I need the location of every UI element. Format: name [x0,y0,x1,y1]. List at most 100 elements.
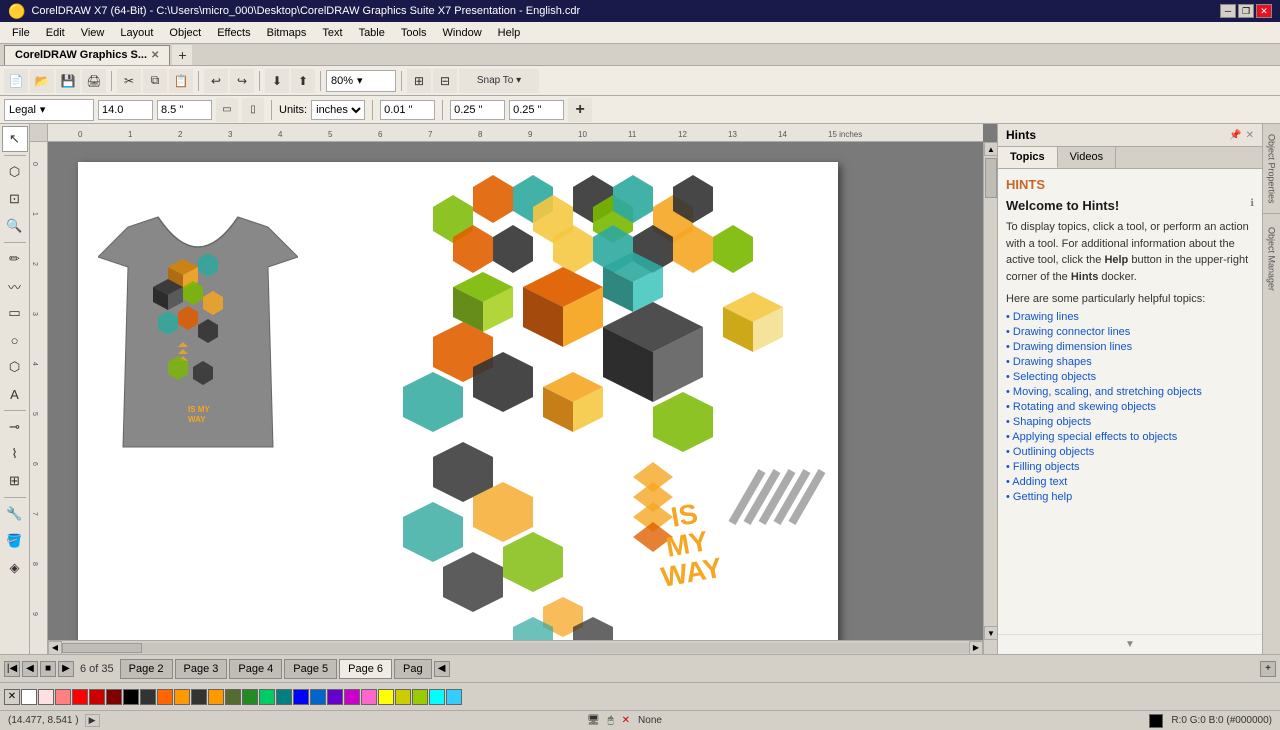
color-swatch-medblue[interactable] [310,689,326,705]
document-tab[interactable]: CorelDRAW Graphics S... ✕ [4,45,170,65]
color-swatch-darkred[interactable] [89,689,105,705]
link-drawing-lines[interactable]: • Drawing lines [1006,311,1254,323]
color-swatch-yellow[interactable] [378,689,394,705]
add-tab-button[interactable]: + [172,45,192,65]
rectangle-tool[interactable]: ▭ [2,300,28,326]
copy-button[interactable]: ⧉ [143,69,167,93]
menu-window[interactable]: Window [435,25,490,41]
tab-close-button[interactable]: ✕ [151,50,159,61]
link-outlining[interactable]: • Outlining objects [1006,446,1254,458]
tab-topics[interactable]: Topics [998,147,1058,168]
link-rotating-skewing[interactable]: • Rotating and skewing objects [1006,401,1254,413]
link-selecting-objects[interactable]: • Selecting objects [1006,371,1254,383]
page-height-input[interactable] [157,100,212,120]
polygon-tool[interactable]: ⬡ [2,354,28,380]
color-swatch-lightorange[interactable] [174,689,190,705]
tab-videos[interactable]: Videos [1058,147,1116,168]
interactive-fill-tool[interactable]: ◈ [2,555,28,581]
page-tab-5[interactable]: Page 5 [284,659,337,679]
link-drawing-shapes[interactable]: • Drawing shapes [1006,356,1254,368]
scrollbar-horizontal[interactable]: ◀ ▶ [48,640,983,654]
zoom-tool[interactable]: 🔍 [2,213,28,239]
link-filling[interactable]: • Filling objects [1006,461,1254,473]
freehand-tool[interactable]: ✏ [2,246,28,272]
page-tab-4[interactable]: Page 4 [229,659,282,679]
save-button[interactable]: 💾 [56,69,80,93]
page-tab-6[interactable]: Page 6 [339,659,392,679]
menu-layout[interactable]: Layout [112,25,161,41]
link-adding-text[interactable]: • Adding text [1006,476,1254,488]
scrollbar-vertical[interactable]: ▲ ▼ [983,142,997,654]
window-controls[interactable]: ─ ❐ ✕ [1220,4,1272,18]
scroll-thumb-h[interactable] [62,643,142,653]
menu-tools[interactable]: Tools [393,25,435,41]
fill-tool[interactable]: 🪣 [2,528,28,554]
link-connector-lines[interactable]: • Drawing connector lines [1006,326,1254,338]
add-page-button[interactable]: + [1260,661,1276,677]
color-swatch-darkyellow[interactable] [395,689,411,705]
page-tab-2[interactable]: Page 2 [120,659,173,679]
connector-tool[interactable]: ⌇ [2,441,28,467]
color-swatch-red[interactable] [72,689,88,705]
snap-to-button[interactable]: Snap To ▾ [459,69,539,93]
print-button[interactable]: 🖨 [82,69,106,93]
hints-info-icon[interactable]: ℹ [1250,198,1254,209]
position-y-input[interactable] [509,100,564,120]
menu-table[interactable]: Table [351,25,393,41]
menu-edit[interactable]: Edit [38,25,73,41]
color-swatch-lime[interactable] [412,689,428,705]
landscape-button[interactable]: ▯ [242,98,264,122]
color-swatch-black[interactable] [123,689,139,705]
color-swatch-white[interactable] [21,689,37,705]
next-page-button[interactable]: ▶ [58,661,74,677]
new-button[interactable]: 📄 [4,69,28,93]
link-special-effects[interactable]: • Applying special effects to objects [1006,431,1254,443]
color-swatch-green[interactable] [242,689,258,705]
ellipse-tool[interactable]: ○ [2,327,28,353]
paste-button[interactable]: 📋 [169,69,193,93]
color-swatch-purple[interactable] [327,689,343,705]
page-size-dropdown[interactable]: Legal ▾ [4,99,94,121]
menu-help[interactable]: Help [490,25,529,41]
snap-button[interactable]: ⊞ [407,69,431,93]
stop-button[interactable]: ■ [40,661,56,677]
cut-button[interactable]: ✂ [117,69,141,93]
nudge-input[interactable] [380,100,435,120]
prev-page-button[interactable]: ◀ [22,661,38,677]
link-shaping-objects[interactable]: • Shaping objects [1006,416,1254,428]
menu-view[interactable]: View [73,25,113,41]
page-canvas[interactable]: IS MY WAY Artwork by Jose Tzontlimatzi L… [78,162,838,654]
link-moving-scaling[interactable]: • Moving, scaling, and stretching object… [1006,386,1254,398]
color-swatch-dark2[interactable] [191,689,207,705]
color-swatch-mint[interactable] [259,689,275,705]
align-button[interactable]: ⊟ [433,69,457,93]
table-tool[interactable]: ⊞ [2,468,28,494]
color-swatch-cyan[interactable] [429,689,445,705]
page-tab-3[interactable]: Page 3 [175,659,228,679]
undo-button[interactable]: ↩ [204,69,228,93]
units-dropdown[interactable]: inches mm cm pixels [311,100,365,120]
color-swatch-hotpink[interactable] [361,689,377,705]
object-manager-tab[interactable]: Object Manager [1263,214,1280,304]
menu-text[interactable]: Text [314,25,350,41]
hints-close-button[interactable]: ✕ [1246,130,1254,141]
menu-file[interactable]: File [4,25,38,41]
scroll-right-button[interactable]: ▶ [969,641,983,655]
hints-pin-button[interactable]: 📌 [1229,130,1241,141]
eyedropper-tool[interactable]: 🔧 [2,501,28,527]
minimize-button[interactable]: ─ [1220,4,1236,18]
zoom-dropdown[interactable]: 80% ▾ [326,70,396,92]
shape-tool[interactable]: ⬡ [2,159,28,185]
close-button[interactable]: ✕ [1256,4,1272,18]
plus-button[interactable]: + [568,98,592,122]
scroll-down-button[interactable]: ▼ [984,626,997,640]
menu-bitmaps[interactable]: Bitmaps [259,25,315,41]
first-page-button[interactable]: |◀ [4,661,20,677]
position-x-input[interactable] [450,100,505,120]
page-width-input[interactable] [98,100,153,120]
redo-button[interactable]: ↪ [230,69,254,93]
color-swatch-pink1[interactable] [38,689,54,705]
link-dimension-lines[interactable]: • Drawing dimension lines [1006,341,1254,353]
color-swatch-blue[interactable] [293,689,309,705]
open-button[interactable]: 📂 [30,69,54,93]
